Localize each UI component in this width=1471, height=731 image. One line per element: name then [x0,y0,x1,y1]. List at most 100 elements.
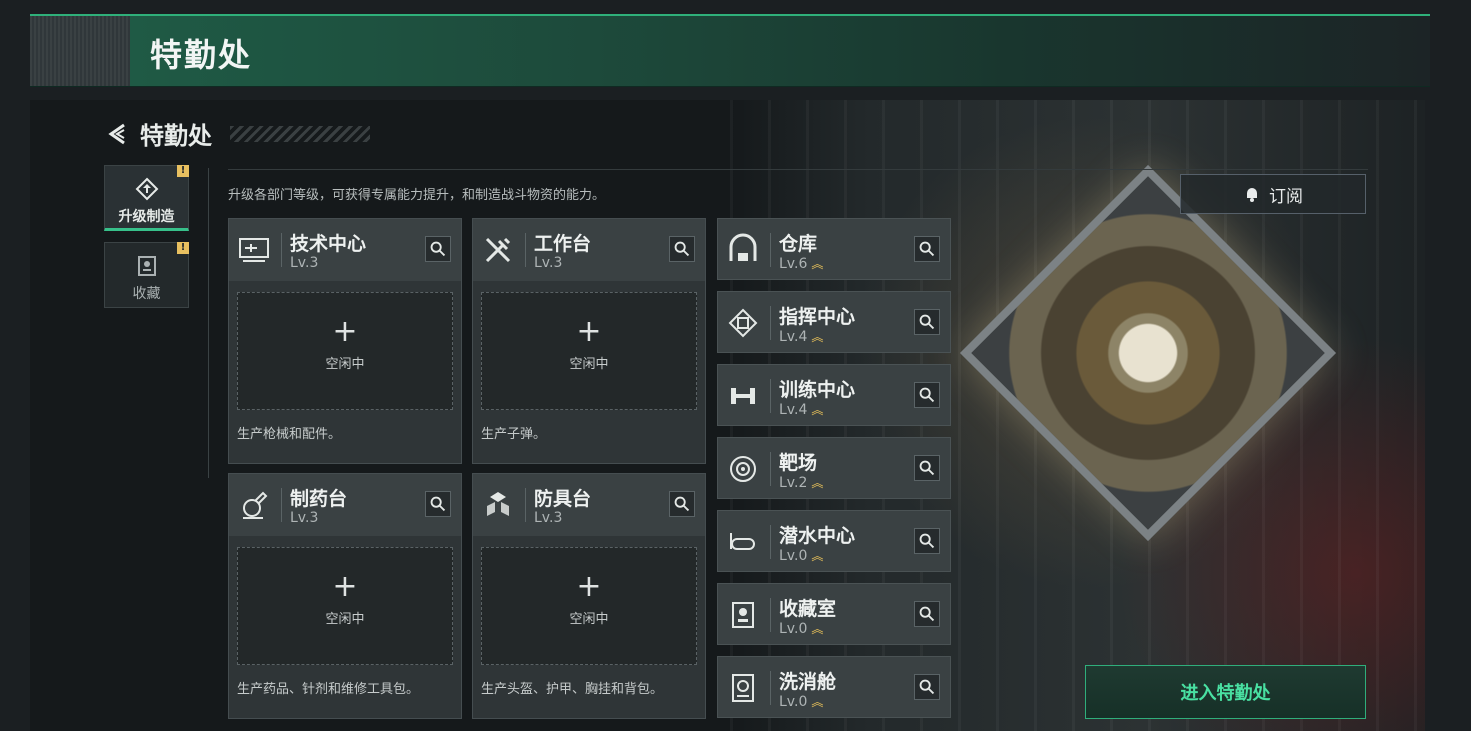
department-level-row: Lv.0 ︽ [779,547,823,564]
production-slot[interactable]: + 空闲中 [237,292,453,410]
shooting-range-icon [730,456,756,482]
workshop-card-workbench[interactable]: 工作台 Lv.3 + 空闲中 生产子弹。 [472,218,706,464]
workbench-icon [485,237,511,263]
slot-status: 空闲中 [325,357,365,372]
tab-label: 升级制造 [118,209,175,225]
slot-status: 空闲中 [325,612,365,627]
command-center-icon [728,308,758,338]
search-icon[interactable] [914,309,940,335]
subscribe-button[interactable]: 订阅 [1180,174,1366,214]
enter-facility-button[interactable]: 进入特勤处 [1085,665,1366,719]
workshop-level: Lv.3 [290,510,319,526]
search-icon[interactable] [914,455,940,481]
title-stripes [230,125,370,142]
back-title: 特勤处 [140,122,212,150]
search-icon[interactable] [425,491,451,517]
separator [525,488,526,522]
plus-icon: + [576,314,602,349]
back-nav[interactable]: 特勤处 [106,116,370,151]
department-level-row: Lv.4 ︽ [779,328,823,345]
workshop-level: Lv.3 [534,510,563,526]
workshop-description: 生产子弹。 [481,427,547,442]
tech-center-icon [239,238,269,262]
department-name: 潜水中心 [779,525,856,547]
divider [228,169,1368,170]
collection-room-icon [732,602,754,628]
workshop-card-pharmacy[interactable]: 制药台 Lv.3 + 空闲中 生产药品、针剂和维修工具包。 [228,473,462,719]
bell-icon [1247,188,1257,202]
plus-icon: + [332,569,358,604]
search-icon[interactable] [669,236,695,262]
armor-bench-icon [487,492,509,516]
back-arrow-icon[interactable] [106,122,130,146]
plus-icon: + [576,569,602,604]
upgrade-chevron-icon: ︽ [811,695,824,709]
diving-center-icon [730,533,755,550]
card-header: 防具台 Lv.3 [473,474,705,536]
workshop-description: 生产头盔、护甲、胸挂和背包。 [481,682,664,697]
department-card-training-center[interactable]: 训练中心 Lv.4 ︽ [717,364,951,426]
department-name: 仓库 [779,233,818,255]
warehouse-icon [729,233,757,261]
department-name: 靶场 [779,452,818,474]
tab-label: 收藏 [132,286,161,302]
alert-badge: ! [177,242,189,254]
workshop-name: 制药台 [290,488,348,510]
department-level-row: Lv.0 ︽ [779,620,823,637]
department-level-row: Lv.4 ︽ [779,401,823,418]
page-title: 特勤处 [150,36,253,74]
department-card-collection-room[interactable]: 收藏室 Lv.0 ︽ [717,583,951,645]
search-icon[interactable] [914,382,940,408]
separator [281,233,282,267]
tab-upgrade-craft[interactable]: ! 升级制造 [104,165,189,231]
workshop-name: 防具台 [534,488,592,510]
separator [770,379,771,413]
top-banner: 特勤处 [30,14,1430,87]
upgrade-chevron-icon: ︽ [811,622,824,636]
separator [770,525,771,559]
department-level-row: Lv.2 ︽ [779,474,823,491]
main-panel: 特勤处 ! 升级制造 ! 收藏 升级各部门等级，可获得专属能力提升，和制造战斗物… [30,100,1425,731]
upgrade-icon [135,177,158,201]
department-card-diving-center[interactable]: 潜水中心 Lv.0 ︽ [717,510,951,572]
production-slot[interactable]: + 空闲中 [481,292,697,410]
card-header: 工作台 Lv.3 [473,219,705,281]
department-level: Lv.2 [779,475,808,491]
department-card-shooting-range[interactable]: 靶场 Lv.2 ︽ [717,437,951,499]
search-icon[interactable] [914,528,940,554]
workshop-card-tech-center[interactable]: 技术中心 Lv.3 + 空闲中 生产枪械和配件。 [228,218,462,464]
department-name: 收藏室 [779,598,837,620]
department-card-decontamination[interactable]: 洗消舱 Lv.0 ︽ [717,656,951,718]
separator [770,452,771,486]
upgrade-chevron-icon: ︽ [811,403,824,417]
divider [208,168,209,478]
search-icon[interactable] [669,491,695,517]
department-level: Lv.0 [779,621,808,637]
subscribe-label: 订阅 [1269,186,1303,207]
workshop-name: 技术中心 [290,233,367,255]
department-level-row: Lv.6 ︽ [779,255,823,272]
upgrade-chevron-icon: ︽ [811,330,824,344]
department-level: Lv.6 [779,256,808,272]
training-center-icon [731,388,755,404]
separator [770,233,771,267]
department-card-warehouse[interactable]: 仓库 Lv.6 ︽ [717,218,951,280]
workshop-name: 工作台 [534,233,592,255]
tab-collection[interactable]: ! 收藏 [104,242,189,308]
department-name: 指挥中心 [779,306,856,328]
department-card-command-center[interactable]: 指挥中心 Lv.4 ︽ [717,291,951,353]
production-slot[interactable]: + 空闲中 [481,547,697,665]
search-icon[interactable] [425,236,451,262]
production-slot[interactable]: + 空闲中 [237,547,453,665]
search-icon[interactable] [914,601,940,627]
slot-status: 空闲中 [569,357,609,372]
collection-icon [137,256,156,276]
workshop-description: 生产枪械和配件。 [237,427,342,442]
enter-label: 进入特勤处 [1180,683,1271,704]
decontamination-icon [732,674,754,702]
separator [281,488,282,522]
search-icon[interactable] [914,674,940,700]
search-icon[interactable] [914,236,940,262]
upgrade-chevron-icon: ︽ [811,549,824,563]
workshop-card-armor-bench[interactable]: 防具台 Lv.3 + 空闲中 生产头盔、护甲、胸挂和背包。 [472,473,706,719]
